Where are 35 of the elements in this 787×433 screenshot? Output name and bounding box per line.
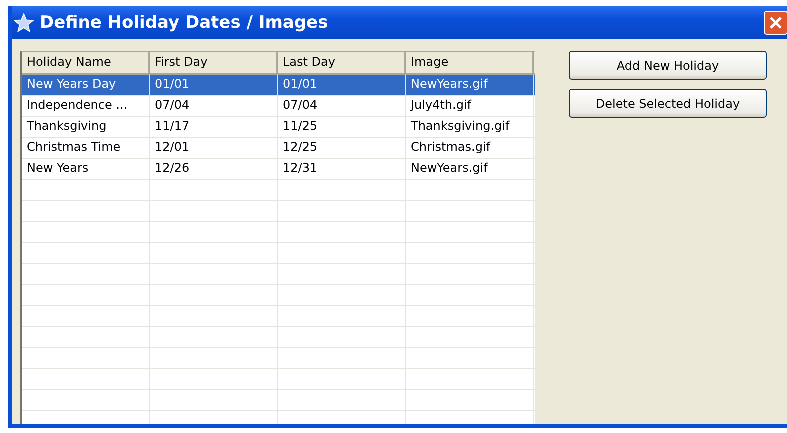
add-holiday-button[interactable]: Add New Holiday [569, 51, 767, 80]
delete-holiday-button[interactable]: Delete Selected Holiday [569, 89, 767, 118]
table-cell: NewYears.gif [406, 75, 534, 95]
table-row[interactable]: New Years Day 01/01 01/01 NewYears.gif [22, 75, 535, 96]
table-row[interactable]: New Years 12/26 12/31 NewYears.gif [22, 159, 535, 180]
table-cell: 12/25 [278, 138, 406, 158]
table-cell: 01/01 [278, 75, 406, 95]
close-button[interactable] [764, 10, 787, 34]
table-cell: 12/31 [278, 159, 406, 179]
table-cell: Christmas Time [22, 138, 150, 158]
table-cell: NewYears.gif [406, 159, 534, 179]
star-icon [14, 12, 34, 32]
table-cell: Independence ... [22, 96, 150, 116]
column-header[interactable]: Last Day [278, 52, 406, 73]
table-cell: 12/01 [150, 138, 278, 158]
table-row[interactable]: Christmas Time 12/01 12/25 Christmas.gif [22, 138, 535, 159]
column-header[interactable]: Image [406, 52, 534, 73]
table-cell: 07/04 [150, 96, 278, 116]
table-row[interactable]: Independence ... 07/04 07/04 July4th.gif [22, 96, 535, 117]
column-header[interactable]: First Day [150, 52, 278, 73]
table-cell: 01/01 [150, 75, 278, 95]
table-cell: New Years [22, 159, 150, 179]
table-cell: July4th.gif [406, 96, 534, 116]
table-cell: 07/04 [278, 96, 406, 116]
table-cell: New Years Day [22, 75, 150, 95]
column-header[interactable]: Holiday Name [22, 52, 150, 73]
table-cell: 11/17 [150, 117, 278, 137]
window-title: Define Holiday Dates / Images [40, 12, 328, 32]
table-cell: 11/25 [278, 117, 406, 137]
table-row[interactable]: Thanksgiving 11/17 11/25 Thanksgiving.gif [22, 117, 535, 138]
table-cell: 12/26 [150, 159, 278, 179]
table-cell: Thanksgiving.gif [406, 117, 534, 137]
table-cell: Christmas.gif [406, 138, 534, 158]
close-icon [769, 16, 783, 30]
table-cell: Thanksgiving [22, 117, 150, 137]
